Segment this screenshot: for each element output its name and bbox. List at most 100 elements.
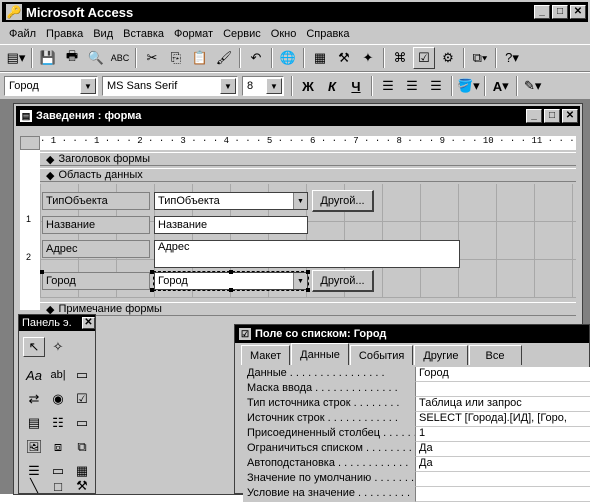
close-button[interactable]: ✕ [570, 5, 586, 19]
property-row[interactable]: Присоединенный столбец . . . . . .1 [243, 427, 590, 442]
control-wizards-icon[interactable]: ✧ [47, 337, 69, 357]
save-icon[interactable]: 💾 [37, 47, 59, 69]
image-tool-icon[interactable]: 🖼 [23, 437, 45, 457]
form-minimize-button[interactable]: _ [526, 109, 542, 123]
selection-handle[interactable] [229, 288, 233, 292]
selection-handle[interactable] [40, 270, 44, 274]
spelling-icon[interactable]: ABC [109, 47, 131, 69]
code-icon[interactable]: ⌘ [389, 47, 411, 69]
selection-handle[interactable] [229, 270, 233, 274]
tab-events[interactable]: События [349, 345, 414, 365]
property-row[interactable]: Данные . . . . . . . . . . . . . . . . Го… [243, 367, 590, 382]
name-field[interactable]: Название [154, 216, 308, 234]
label-address[interactable]: Адрес [42, 240, 150, 258]
align-right-icon[interactable]: ☰ [425, 75, 447, 97]
object-combo[interactable]: Город ▼ [4, 76, 98, 96]
menu-format[interactable]: Формат [169, 28, 218, 40]
database-window-icon[interactable]: ⧉▾ [469, 47, 491, 69]
print-icon[interactable]: 🖶 [61, 47, 83, 69]
hyperlink-icon[interactable]: 🌐 [277, 47, 299, 69]
other-type-button[interactable]: Другой... [312, 190, 374, 212]
font-size-combo[interactable]: 8 ▼ [242, 76, 284, 96]
form-header-section[interactable]: ◆ Заголовок формы [40, 152, 576, 166]
property-row[interactable]: Маска ввода . . . . . . . . . . . . . . [243, 382, 590, 397]
italic-button[interactable]: К [321, 75, 343, 97]
format-painter-icon[interactable]: 🖌 [213, 47, 235, 69]
property-row[interactable]: Ограничиться списком . . . . . . . . Да [243, 442, 590, 457]
properties-icon[interactable]: ☑ [413, 47, 435, 69]
align-left-icon[interactable]: ☰ [377, 75, 399, 97]
label-city[interactable]: Город [42, 272, 150, 290]
listbox-tool-icon[interactable]: ☷ [47, 413, 69, 433]
option-button-icon[interactable]: ◉ [47, 389, 69, 409]
cut-icon[interactable]: ✂ [141, 47, 163, 69]
menu-view[interactable]: Вид [88, 28, 118, 40]
command-button-icon[interactable]: ▭ [71, 413, 93, 433]
selection-handle[interactable] [306, 288, 310, 292]
menu-file[interactable]: Файл [4, 28, 41, 40]
minimize-button[interactable]: _ [534, 5, 550, 19]
textbox-tool-icon[interactable]: ab| [47, 365, 69, 385]
more-controls-icon[interactable]: ⚒ [71, 478, 93, 493]
other-city-button[interactable]: Другой... [312, 270, 374, 292]
toggle-button-icon[interactable]: ⇄ [23, 389, 45, 409]
menu-help[interactable]: Справка [301, 28, 354, 40]
property-row[interactable]: Условие на значение . . . . . . . . . [243, 487, 590, 502]
paste-icon[interactable]: 📋 [189, 47, 211, 69]
property-row[interactable]: Значение по умолчанию . . . . . . . [243, 472, 590, 487]
label-name[interactable]: Название [42, 216, 150, 234]
selection-handle[interactable] [150, 270, 154, 274]
form-close-button[interactable]: ✕ [562, 109, 578, 123]
build-icon[interactable]: ⚙ [437, 47, 459, 69]
tab-layout[interactable]: Макет [241, 345, 291, 365]
checkbox-icon[interactable]: ☑ [71, 389, 93, 409]
align-center-icon[interactable]: ☰ [401, 75, 423, 97]
rectangle-tool-icon[interactable]: □ [47, 479, 69, 494]
font-combo[interactable]: MS Sans Serif ▼ [102, 76, 238, 96]
address-field[interactable]: Адрес [154, 240, 460, 268]
menu-insert[interactable]: Вставка [118, 28, 169, 40]
selection-handle[interactable] [306, 270, 310, 274]
chevron-down-icon[interactable]: ▼ [293, 193, 307, 209]
tab-data[interactable]: Данные [291, 343, 349, 365]
menu-window[interactable]: Окно [266, 28, 302, 40]
line-color-icon[interactable]: ✎▾ [522, 75, 544, 97]
chevron-down-icon[interactable]: ▼ [293, 273, 307, 289]
underline-button[interactable]: Ч [345, 75, 367, 97]
copy-icon[interactable]: ⎘ [165, 47, 187, 69]
print-preview-icon[interactable]: 🔍 [85, 47, 107, 69]
detail-section[interactable]: ◆ Область данных [40, 168, 576, 182]
font-color-icon[interactable]: A ▾ [490, 75, 512, 97]
selection-handle[interactable] [150, 288, 154, 292]
help-icon[interactable]: ?▾ [501, 47, 523, 69]
option-group-icon[interactable]: ▭ [71, 365, 93, 385]
menu-edit[interactable]: Правка [41, 28, 88, 40]
form-footer-section[interactable]: ◆ Примечание формы [40, 302, 576, 316]
undo-icon[interactable]: ↶ [245, 47, 267, 69]
chevron-down-icon[interactable]: ▼ [266, 78, 282, 94]
form-selector[interactable] [20, 136, 40, 150]
property-row[interactable]: Тип источника строк . . . . . . . . Табли… [243, 397, 590, 412]
label-type[interactable]: ТипОбъекта [42, 192, 150, 210]
autoformat-icon[interactable]: ✦ [357, 47, 379, 69]
bound-frame-icon[interactable]: ⧉ [71, 437, 93, 457]
tab-other[interactable]: Другие [414, 345, 468, 365]
tab-all[interactable]: Все [468, 345, 522, 365]
fill-color-icon[interactable]: 🪣▾ [457, 75, 480, 97]
select-objects-icon[interactable]: ↖ [23, 337, 45, 357]
chevron-down-icon[interactable]: ▼ [80, 78, 96, 94]
menu-tools[interactable]: Сервис [218, 28, 266, 40]
bold-button[interactable]: Ж [297, 75, 319, 97]
line-tool-icon[interactable]: ╲ [23, 478, 45, 493]
combobox-tool-icon[interactable]: ▤ [23, 413, 45, 433]
toolbox-close-button[interactable]: ✕ [82, 317, 95, 329]
form-maximize-button[interactable]: □ [544, 109, 560, 123]
label-tool-icon[interactable]: Aa [23, 365, 45, 385]
property-row[interactable]: Автоподстановка . . . . . . . . . . . .Д… [243, 457, 590, 472]
maximize-button[interactable]: □ [552, 5, 568, 19]
view-icon[interactable]: ▤▾ [5, 47, 27, 69]
toolbox-icon[interactable]: ⚒ [333, 47, 355, 69]
unbound-frame-icon[interactable]: ⧈ [47, 437, 69, 457]
property-row[interactable]: Источник строк . . . . . . . . . . . . SE… [243, 412, 590, 427]
chevron-down-icon[interactable]: ▼ [220, 78, 236, 94]
